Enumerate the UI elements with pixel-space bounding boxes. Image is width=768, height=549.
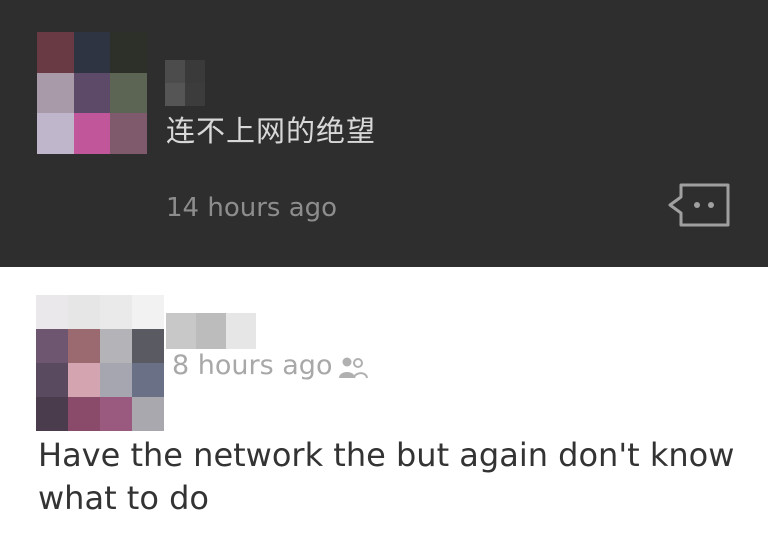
pixel-block xyxy=(100,329,132,363)
post-item-1: 连不上网的绝望 14 hours ago xyxy=(0,0,768,267)
pixel-block xyxy=(226,313,256,349)
pixel-block xyxy=(100,295,132,329)
pixel-block xyxy=(132,329,164,363)
pixel-block xyxy=(132,363,164,397)
pixel-block xyxy=(132,295,164,329)
post-status-text: 连不上网的绝望 xyxy=(166,114,377,148)
pixel-block xyxy=(205,83,225,106)
pixel-block xyxy=(166,313,196,349)
pixel-block xyxy=(110,113,147,154)
friends-icon xyxy=(339,357,368,379)
pixel-block xyxy=(37,72,74,114)
post-body-text: Have the network the but again don't kno… xyxy=(38,436,735,517)
pixel-block xyxy=(68,363,100,397)
pixel-block xyxy=(185,83,205,106)
pixel-block xyxy=(36,329,68,363)
comment-button[interactable] xyxy=(667,183,731,227)
pixel-block xyxy=(132,397,164,431)
post-timestamp: 8 hours ago xyxy=(172,350,333,381)
pixel-block xyxy=(37,32,74,73)
pixel-block xyxy=(110,32,147,73)
author-name-blurred[interactable] xyxy=(165,60,225,106)
avatar[interactable] xyxy=(37,32,147,154)
comment-bubble-icon xyxy=(668,183,730,227)
pixel-block xyxy=(73,113,111,154)
post-timestamp: 14 hours ago xyxy=(166,193,338,223)
pixel-block xyxy=(36,295,68,329)
pixel-block xyxy=(196,313,226,349)
pixel-block xyxy=(36,363,68,397)
pixel-block xyxy=(36,397,68,431)
pixel-block xyxy=(165,83,185,106)
pixel-block xyxy=(73,32,111,73)
avatar[interactable] xyxy=(36,295,164,431)
pixel-block xyxy=(165,60,185,83)
pixel-block xyxy=(73,72,111,114)
pixel-block xyxy=(100,363,132,397)
pixel-block xyxy=(100,397,132,431)
pixel-block xyxy=(68,397,100,431)
pixel-block xyxy=(205,60,225,83)
author-name-blurred[interactable] xyxy=(166,313,256,349)
pixel-block xyxy=(68,295,100,329)
pixel-block xyxy=(185,60,205,83)
pixel-block xyxy=(110,72,147,114)
pixel-block xyxy=(68,329,100,363)
pixel-block xyxy=(37,113,74,154)
